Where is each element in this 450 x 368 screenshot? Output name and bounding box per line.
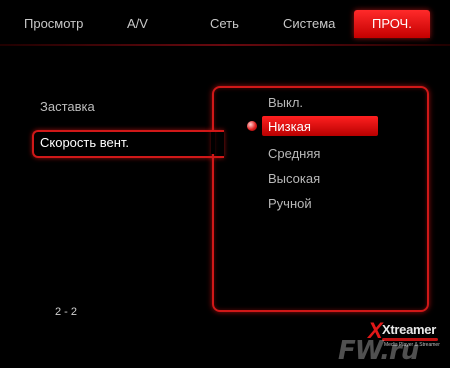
top-tab-bar: Просмотр A/V Сеть Система ПРОЧ.: [0, 0, 450, 46]
option-low[interactable]: Низкая: [268, 119, 311, 134]
panel-connector: [211, 132, 215, 154]
tab-other[interactable]: ПРОЧ.: [354, 10, 430, 38]
page-indicator: 2 - 2: [55, 306, 78, 318]
menu-item-fan-speed[interactable]: Скорость вент.: [40, 135, 129, 150]
option-off[interactable]: Выкл.: [268, 95, 303, 110]
tab-system[interactable]: Система: [283, 16, 335, 31]
tab-av[interactable]: A/V: [127, 16, 148, 31]
tab-browse[interactable]: Просмотр: [24, 16, 83, 31]
option-high[interactable]: Высокая: [268, 171, 320, 186]
option-medium[interactable]: Средняя: [268, 146, 320, 161]
tab-bar-divider: [0, 44, 450, 46]
tab-network[interactable]: Сеть: [210, 16, 239, 31]
option-manual[interactable]: Ручной: [268, 196, 312, 211]
watermark: FW.ru: [338, 336, 419, 366]
radio-selected-icon: [247, 121, 257, 131]
logo-wordmark: Xtreamer: [382, 322, 436, 337]
menu-item-screensaver[interactable]: Заставка: [40, 99, 95, 114]
